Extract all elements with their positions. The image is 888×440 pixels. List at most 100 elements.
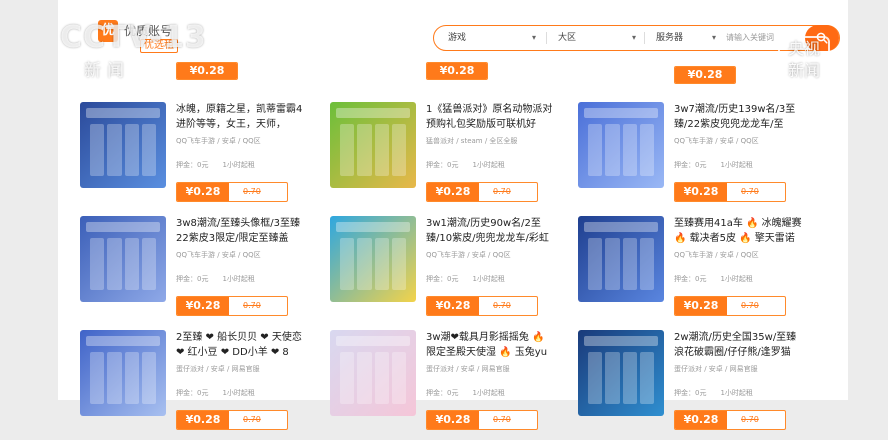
listing-thumbnail[interactable]: [330, 102, 416, 188]
thumbnail-band: [336, 222, 410, 232]
listing-title[interactable]: 至臻赛用41a车 🔥 冰魄耀赛 🔥 载决者5皮 🔥 擎天雷诺 🔥 时...: [674, 216, 802, 246]
price-button[interactable]: ¥0.28 0.70: [674, 410, 786, 430]
listing-title[interactable]: 3w1潮流/历史90w名/2至臻/10紫皮/兜兜龙龙车/彩虹独...: [426, 216, 554, 246]
rent-price: ¥0.28: [177, 63, 237, 79]
listing-page: 优 优质账号 优选租 游戏 ▾ 大区 ▾ 服务器 ▾ 请输入关键词 ¥0.28 …: [58, 0, 848, 430]
listing-card[interactable]: 2至臻 ❤ 船长贝贝 ❤ 天使恋 ❤ 红小豆 ❤ DD小羊 ❤ 8至... 蛋仔派…: [80, 330, 312, 440]
listing-card[interactable]: 3w8潮流/至臻头像框/3至臻22紫皮3限定/限定至臻盖满... QQ飞车手游 /…: [80, 216, 312, 326]
thumbnail-tiles: [340, 124, 406, 176]
rent-price: ¥0.28: [675, 297, 727, 315]
thumbnail-tile: [340, 124, 355, 176]
thumbnail-band: [86, 108, 160, 118]
thumbnail-tile: [605, 352, 620, 404]
listing-thumbnail[interactable]: [578, 102, 664, 188]
price-button[interactable]: ¥0.28 0.70: [426, 296, 538, 316]
listing-thumbnail[interactable]: [80, 216, 166, 302]
search-input[interactable]: 请输入关键词: [726, 26, 774, 50]
original-price: 0.70: [741, 301, 759, 310]
thumbnail-tile: [340, 238, 355, 290]
thumbnail-tile: [622, 238, 637, 290]
listing-card[interactable]: 3w1潮流/历史90w名/2至臻/10紫皮/兜兜龙龙车/彩虹独... QQ飞车手游…: [330, 216, 562, 326]
listing-thumbnail[interactable]: [80, 102, 166, 188]
listing-thumbnail[interactable]: [578, 330, 664, 416]
listing-meta: QQ飞车手游 / 安卓 / QQ区: [176, 137, 261, 145]
thumbnail-tile: [107, 124, 122, 176]
thumbnail-tile: [588, 352, 603, 404]
price-button[interactable]: ¥0.28 0.70: [176, 296, 288, 316]
thumbnail-tile: [374, 238, 389, 290]
listing-deposit: 押金：0元: [176, 389, 209, 397]
rent-price: ¥0.28: [177, 183, 229, 201]
listing-terms: 押金：0元 1小时起租: [426, 160, 554, 170]
listing-card[interactable]: 3w潮❤载具月影摇摇兔 🔥 限定圣殿天使湿 🔥 玉兔yu釉... 蛋仔派对 / 安…: [330, 330, 562, 440]
listing-title[interactable]: 3w7潮流/历史139w名/3至臻/22紫皮兜兜龙龙车/至臻...: [674, 102, 802, 132]
listing-card[interactable]: 3w7潮流/历史139w名/3至臻/22紫皮兜兜龙龙车/至臻... QQ飞车手游 …: [578, 102, 810, 212]
listing-rent-time: 1小时起租: [720, 389, 753, 397]
thumbnail-tile: [622, 124, 637, 176]
region-select-label: 大区: [558, 33, 577, 43]
listing-title[interactable]: 2至臻 ❤ 船长贝贝 ❤ 天使恋 ❤ 红小豆 ❤ DD小羊 ❤ 8至...: [176, 330, 304, 360]
listing-card[interactable]: 1《猛兽派对》原名动物派对预购礼包奖励版可联机好友... 猛兽派对 / steam…: [330, 102, 562, 212]
region-select[interactable]: 大区 ▾: [558, 26, 636, 50]
thumbnail-tiles: [340, 238, 406, 290]
listing-meta: QQ飞车手游 / 安卓 / QQ区: [674, 137, 759, 145]
listing-title[interactable]: 3w8潮流/至臻头像框/3至臻22紫皮3限定/限定至臻盖满...: [176, 216, 304, 246]
listing-title[interactable]: 冰魄，原籍之星，凯蒂雷霸4进阶等等，女王，天师，女...: [176, 102, 304, 132]
rent-price: ¥0.28: [675, 411, 727, 429]
rent-price: ¥0.28: [177, 297, 229, 315]
listing-terms: 押金：0元 1小时起租: [674, 274, 802, 284]
thumbnail-tile: [357, 238, 372, 290]
listing-thumbnail[interactable]: [330, 330, 416, 416]
thumbnail-band: [86, 336, 160, 346]
thumbnail-tile: [374, 124, 389, 176]
price-button[interactable]: ¥0.28: [176, 62, 238, 80]
thumbnail-tile: [90, 124, 105, 176]
original-price: 0.70: [243, 301, 261, 310]
price-button[interactable]: ¥0.28: [674, 66, 736, 84]
rent-price: ¥0.28: [675, 67, 735, 83]
brand-watermark-top: 央视: [787, 39, 820, 58]
rent-price: ¥0.28: [427, 183, 479, 201]
thumbnail-band: [336, 336, 410, 346]
rent-price: ¥0.28: [427, 63, 487, 79]
thumbnail-tile: [588, 238, 603, 290]
price-button[interactable]: ¥0.28 0.70: [176, 410, 288, 430]
price-button[interactable]: ¥0.28 0.70: [176, 182, 288, 202]
listing-meta: 蛋仔派对 / 安卓 / 网易官服: [674, 365, 758, 373]
thumbnail-tile: [124, 124, 139, 176]
thumbnail-tiles: [90, 124, 156, 176]
price-button[interactable]: ¥0.28 0.70: [426, 182, 538, 202]
price-button[interactable]: ¥0.28 0.70: [426, 410, 538, 430]
thumbnail-tile: [391, 238, 406, 290]
thumbnail-tile: [391, 124, 406, 176]
listing-title[interactable]: 1《猛兽派对》原名动物派对预购礼包奖励版可联机好友...: [426, 102, 554, 132]
divider: [644, 32, 645, 44]
listing-deposit: 押金：0元: [426, 161, 459, 169]
listing-terms: 押金：0元 1小时起租: [674, 160, 802, 170]
listing-deposit: 押金：0元: [674, 275, 707, 283]
listing-title[interactable]: 2w潮流/历史全国35w/至臻浪花破霸圈/仔仔熊/逢罗猫小...: [674, 330, 802, 360]
original-price: 0.70: [493, 187, 511, 196]
listing-deposit: 押金：0元: [426, 389, 459, 397]
listing-card[interactable]: 至臻赛用41a车 🔥 冰魄耀赛 🔥 载决者5皮 🔥 擎天雷诺 🔥 时... QQ飞…: [578, 216, 810, 326]
listing-thumbnail[interactable]: [578, 216, 664, 302]
game-select[interactable]: 游戏 ▾: [448, 26, 536, 50]
listing-card[interactable]: 冰魄，原籍之星，凯蒂雷霸4进阶等等，女王，天师，女... QQ飞车手游 / 安卓 …: [80, 102, 312, 212]
price-button[interactable]: ¥0.28 0.70: [674, 182, 786, 202]
original-price: 0.70: [243, 415, 261, 424]
listing-title[interactable]: 3w潮❤载具月影摇摇兔 🔥 限定圣殿天使湿 🔥 玉兔yu釉...: [426, 330, 554, 360]
listing-terms: 押金：0元 1小时起租: [674, 388, 802, 398]
rent-price: ¥0.28: [675, 183, 727, 201]
server-select-label: 服务器: [656, 33, 684, 43]
chevron-down-icon: ▾: [531, 33, 536, 42]
listing-terms: 押金：0元 1小时起租: [426, 388, 554, 398]
price-button[interactable]: ¥0.28 0.70: [674, 296, 786, 316]
listing-meta: QQ飞车手游 / 安卓 / QQ区: [426, 251, 511, 259]
listing-thumbnail[interactable]: [80, 330, 166, 416]
listing-thumbnail[interactable]: [330, 216, 416, 302]
server-select[interactable]: 服务器 ▾: [656, 26, 716, 50]
thumbnail-tile: [588, 124, 603, 176]
listing-card[interactable]: 2w潮流/历史全国35w/至臻浪花破霸圈/仔仔熊/逢罗猫小... 蛋仔派对 / 安…: [578, 330, 810, 440]
listing-deposit: 押金：0元: [176, 161, 209, 169]
price-button[interactable]: ¥0.28: [426, 62, 488, 80]
